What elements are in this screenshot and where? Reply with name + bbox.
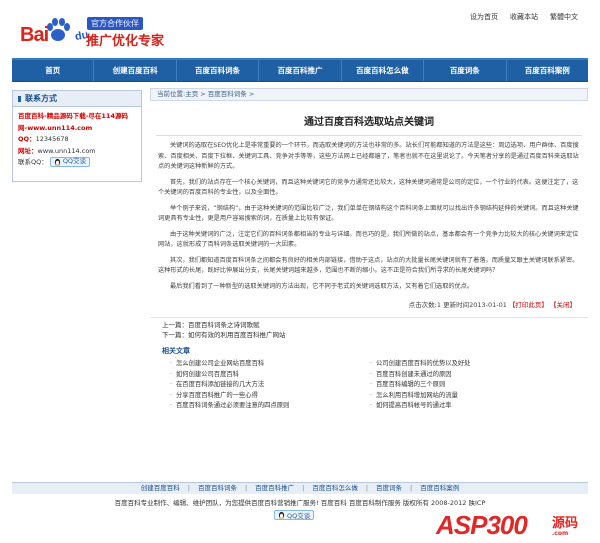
nav-item-howto[interactable]: 百度百科怎么做 xyxy=(342,60,425,81)
article-paragraph: 最后我们看到了一种新型的选取关键词的方法出现，它不同于老式的关键词选取方法，又有… xyxy=(170,282,474,290)
footer-link-entries[interactable]: 百度百科词条 xyxy=(198,483,237,494)
watermark-ym: 源码 xyxy=(552,516,579,531)
footer-link-promotion[interactable]: 百度百科推广 xyxy=(255,483,294,494)
article-meta: 点击次数:1 更新时间2013-01-01 【打印此页】 【关闭】 xyxy=(150,299,588,309)
next-article-link[interactable]: 下一篇：如何有效的利用百度百科推广网站 xyxy=(162,331,588,341)
traditional-chinese-link[interactable]: 繁體中文 xyxy=(550,12,578,22)
footer-link-cases[interactable]: 百度百科案例 xyxy=(420,483,459,494)
sidebar-body: 百度百科-精品源码下载-尽在114源码网-www.unn114.com QQ：1… xyxy=(13,107,141,173)
header: Bai du 官方合作伙伴 推广优化专家 设为首页 收藏本站 繁體中文 xyxy=(12,0,588,58)
bookmark-link[interactable]: 收藏本站 xyxy=(510,12,538,22)
watermark-asp: ASP300 xyxy=(436,510,528,540)
paw-icon xyxy=(47,18,70,41)
qq-row: QQ：12345678 xyxy=(18,134,136,146)
article-paragraph: 其次，我们都知道百度百科词条之间都会有良好的相关内部链接，借助于这点，站点的大批… xyxy=(158,256,579,275)
related-item[interactable]: 怎么利用百科增加网站的流量 xyxy=(370,391,570,402)
update-time: 更新时间2013-01-01 xyxy=(443,301,507,309)
related-item[interactable]: 公司创建百度百科的优势以及好处 xyxy=(370,359,570,370)
close-link[interactable]: 【关闭】 xyxy=(550,301,576,309)
related-item[interactable]: 百度百科编辑的三个原则 xyxy=(370,380,570,391)
main-nav: 首页 创建百度百科 百度百科词条 百度百科推广 百度百科怎么做 百度词条 百度百… xyxy=(12,58,588,82)
qq-label: QQ： xyxy=(18,135,36,143)
nav-item-create[interactable]: 创建百度百科 xyxy=(94,60,177,81)
set-homepage-link[interactable]: 设为首页 xyxy=(470,12,498,22)
top-links: 设为首页 收藏本站 繁體中文 xyxy=(470,12,578,22)
qq-penguin-icon xyxy=(278,511,285,519)
nav-item-baidu-entries[interactable]: 百度词条 xyxy=(424,60,507,81)
related-item[interactable]: 如何创建公司百度百科 xyxy=(170,370,370,381)
promo-line[interactable]: 百度百科-精品源码下载-尽在114源码网-www.unn114.com xyxy=(18,111,136,134)
article-paragraph: 举个例子来说，“钢结构”，由于这种关键词的范围比较广泛，我们单单在钢结构这个百科… xyxy=(158,204,579,223)
qq-chat-label: QQ交谈 xyxy=(62,157,87,166)
related-item[interactable]: 怎么创建公司企业网站百度百科 xyxy=(170,359,370,370)
related-title: 相关文章 xyxy=(162,347,190,355)
page: Bai du 官方合作伙伴 推广优化专家 设为首页 收藏本站 繁體中文 首页 创… xyxy=(0,0,600,543)
nav-item-promotion[interactable]: 百度百科推广 xyxy=(259,60,342,81)
view-count: 点击次数:1 xyxy=(408,301,441,309)
article-paragraph: 关键词的选取在SEO优化上是非常重要的一个环节，而选取关键词的方法也非常的多。站… xyxy=(158,142,579,170)
footer-qq-chat-button[interactable]: QQ交谈 xyxy=(274,510,315,520)
prev-next: 上一篇：百度百科词条之诗词歌赋 下一篇：如何有效的利用百度百科推广网站 xyxy=(150,317,588,340)
qq-value: 12345678 xyxy=(35,135,69,143)
baidu-logo[interactable]: Bai du 官方合作伙伴 推广优化专家 xyxy=(20,14,190,54)
contact-qq-label: 联系QQ： xyxy=(18,158,48,166)
footer-nav: 创建百度百科 | 百度百科词条 | 百度百科推广 | 百度百科怎么做 | 百度词条 | 百… xyxy=(12,482,588,494)
article-title: 通过百度百科选取站点关键词 xyxy=(304,117,434,128)
nav-item-home[interactable]: 首页 xyxy=(12,60,95,81)
slogan: 推广优化专家 xyxy=(86,34,165,49)
breadcrumb[interactable]: 当前位置:主页 > 百度百科词条 > xyxy=(150,88,588,101)
nav-item-cases[interactable]: 百度百科案例 xyxy=(507,60,588,81)
related-item[interactable]: 百度百科创建未通过的原因 xyxy=(370,370,570,381)
related-list: 怎么创建公司企业网站百度百科 公司创建百度百科的优势以及好处 如何创建公司百度百… xyxy=(150,359,588,412)
related-item[interactable]: 在百度百科添加链接的几大方法 xyxy=(170,380,370,391)
qq-penguin-icon xyxy=(54,158,60,166)
partner-badge: 官方合作伙伴 xyxy=(87,17,143,30)
article-paragraph: 由于这种关键词的广泛，注定它们的百科词条都相当的专业与详细。而也巧的是，我们所做… xyxy=(158,230,579,249)
divider xyxy=(156,135,582,136)
footer-qq-chat-label: QQ交谈 xyxy=(287,512,311,520)
footer-link-howto[interactable]: 百度百科怎么做 xyxy=(312,483,358,494)
asp300-watermark: ASP300 源码 .com xyxy=(436,506,596,542)
related-item[interactable]: 如何提高百科帐号的通过率 xyxy=(370,401,570,412)
footer-link-create[interactable]: 创建百度百科 xyxy=(141,483,180,494)
article-content: 当前位置:主页 > 百度百科词条 > 通过百度百科选取站点关键词 关键词的选取在… xyxy=(150,88,588,480)
site-value: www.unn114.com xyxy=(37,146,96,155)
print-link[interactable]: 【打印此页】 xyxy=(509,301,548,309)
contact-sidebar: 联系方式 百度百科-精品源码下载-尽在114源码网-www.unn114.com… xyxy=(12,90,142,182)
qq-chat-button[interactable]: QQ交谈 xyxy=(49,157,91,167)
nav-item-entries[interactable]: 百度百科词条 xyxy=(177,60,260,81)
related-item[interactable]: 百度百科词条通过必须要注意的四点原则 xyxy=(170,401,370,412)
contact-qq-row: 联系QQ： QQ交谈 xyxy=(18,157,136,169)
site-label: 网址： xyxy=(18,146,38,155)
watermark-com: .com xyxy=(552,530,569,537)
sidebar-title: 联系方式 xyxy=(13,91,141,107)
prev-article-link[interactable]: 上一篇：百度百科词条之诗词歌赋 xyxy=(162,321,588,331)
footer-link-baidu-entries[interactable]: 百度词条 xyxy=(376,483,402,494)
related-item[interactable]: 分享百度百科推广的一些心得 xyxy=(170,391,370,402)
article-paragraph: 首先，我们的站点存在一个核心关键词，而且这种关键词它的竞争力通常还比较大，这种关… xyxy=(158,178,579,197)
